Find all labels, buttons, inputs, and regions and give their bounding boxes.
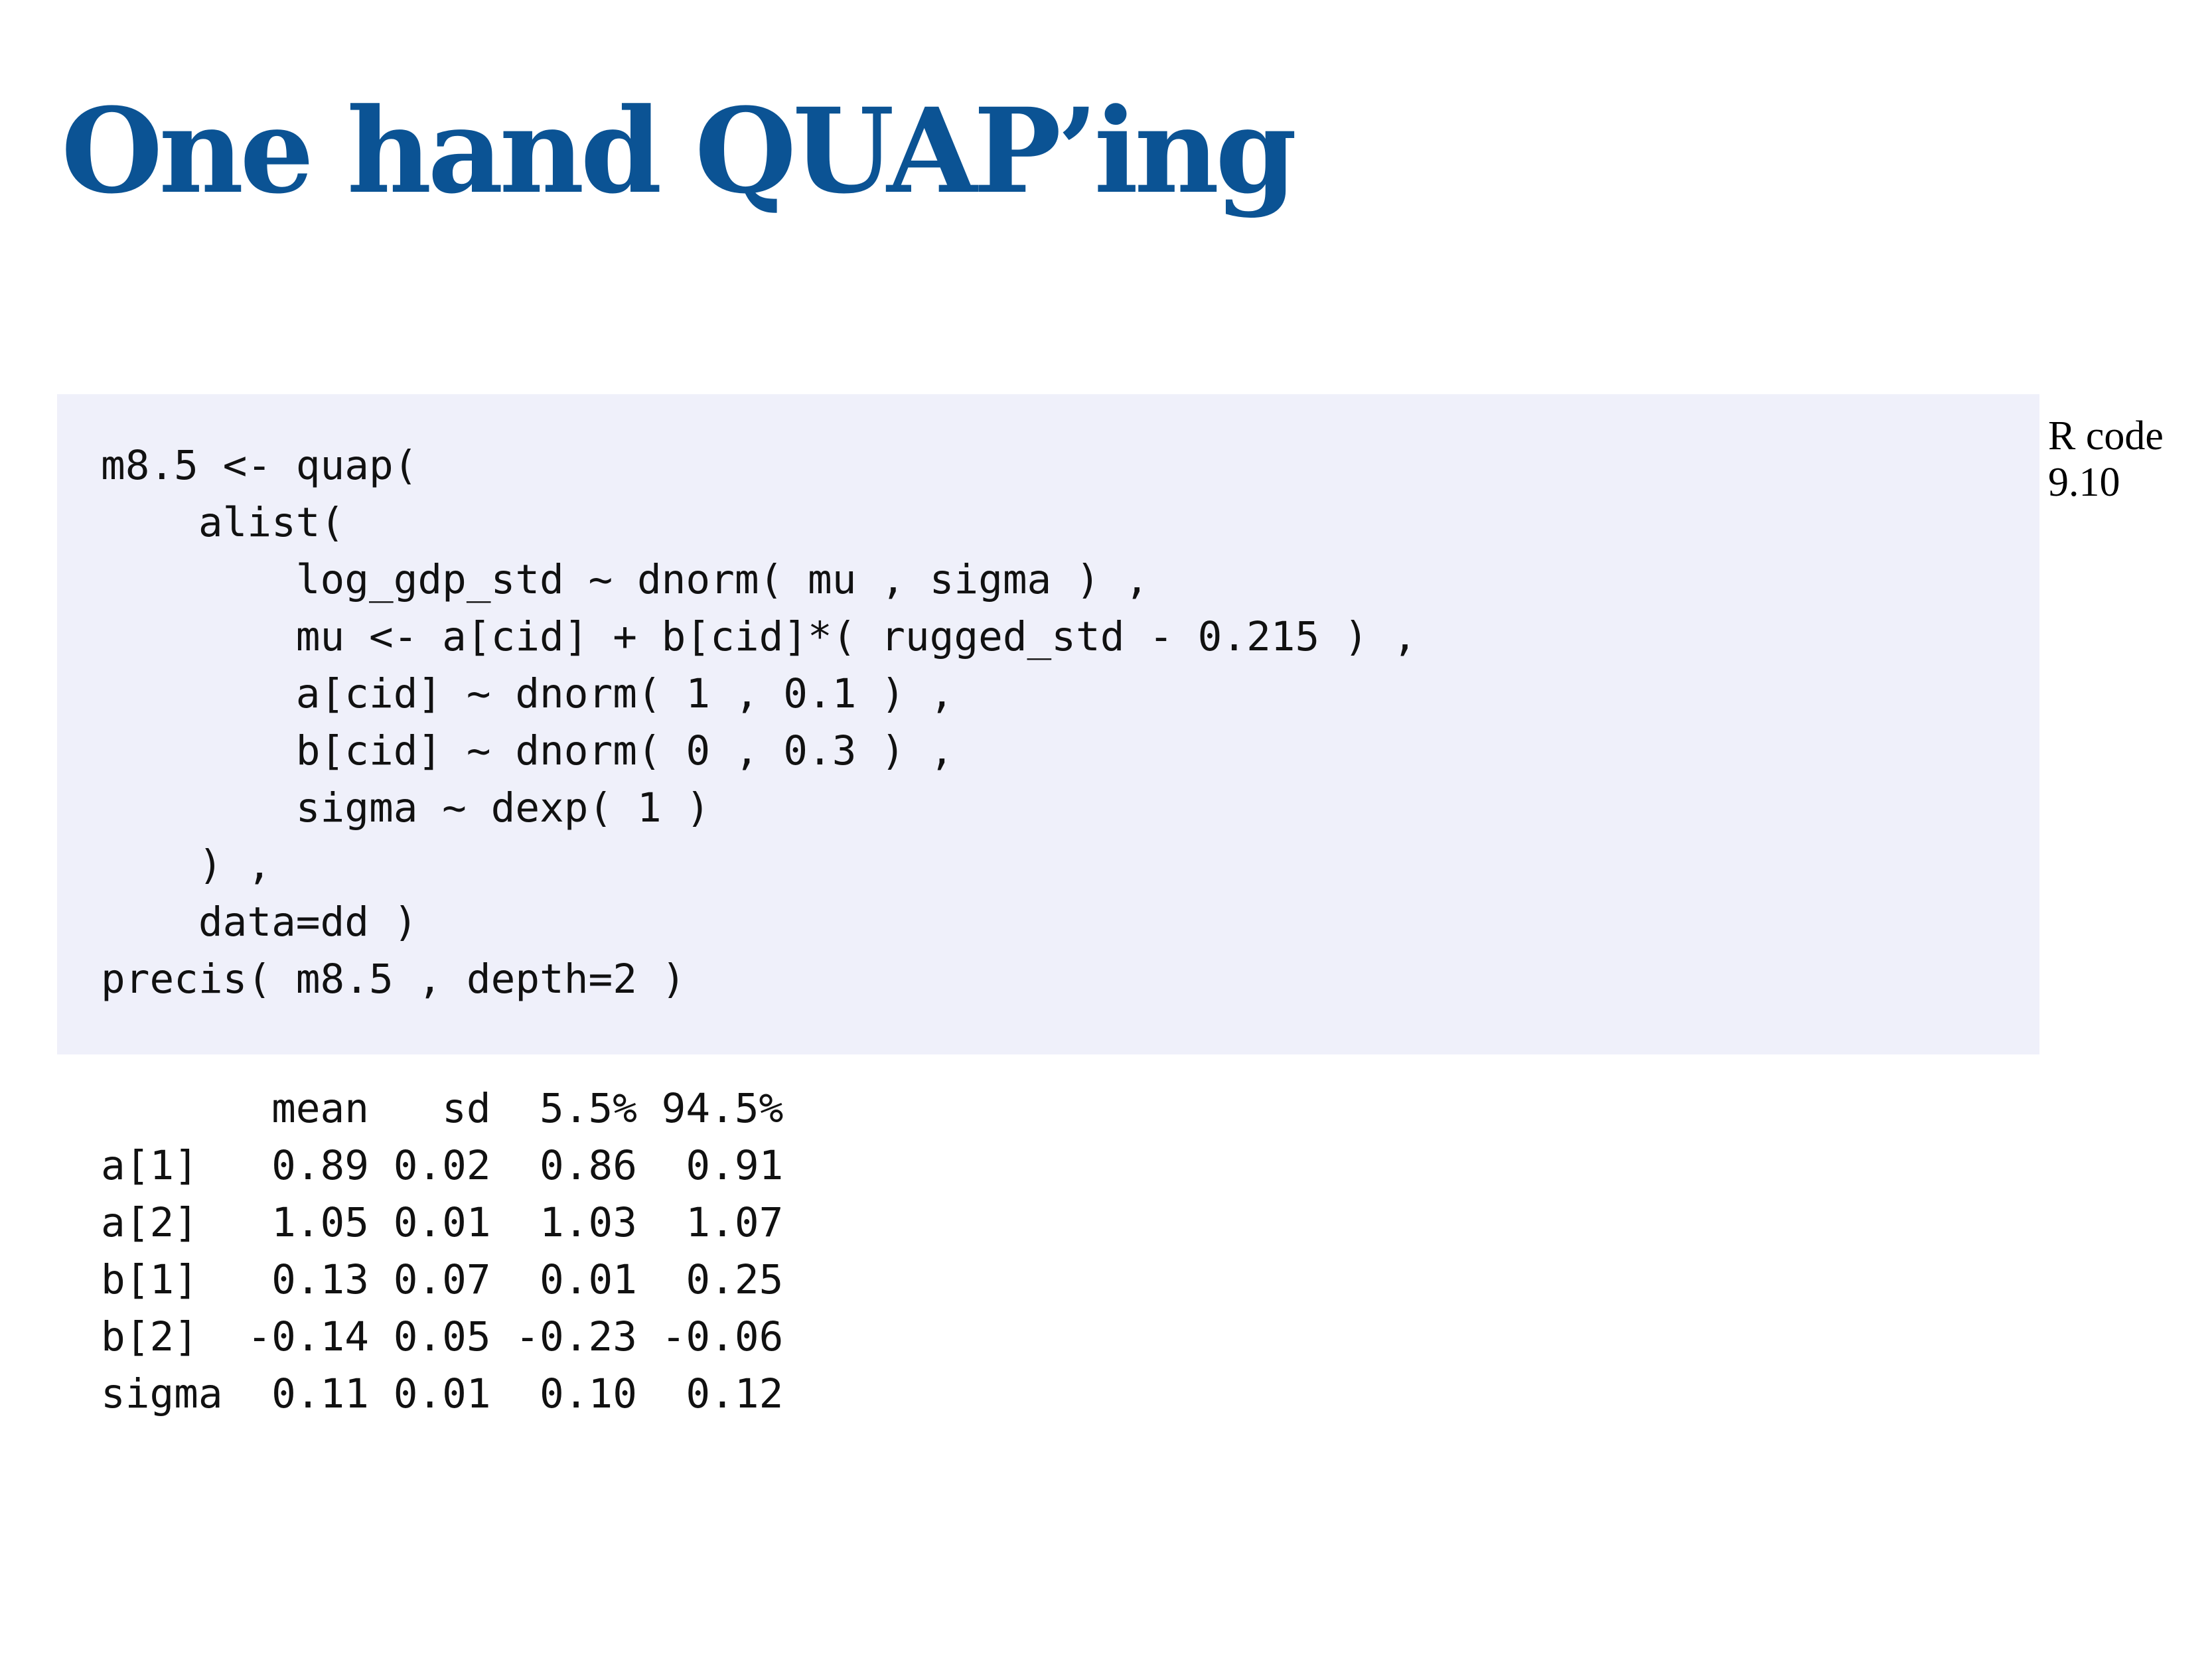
code-lines: m8.5 <- quap( alist( log_gdp_std ~ dnorm… [101, 437, 1417, 1008]
code-line: a[cid] ~ dnorm( 1 , 0.1 ) , [101, 670, 954, 717]
output-line: mean sd 5.5% 94.5% [101, 1085, 784, 1132]
r-code-number: 9.10 [2048, 460, 2120, 505]
r-code-label-text: R code [2048, 413, 2164, 459]
output-line: sigma 0.11 0.01 0.10 0.12 [101, 1370, 784, 1417]
code-line: ) , [101, 841, 272, 889]
code-line: sigma ~ dexp( 1 ) [101, 784, 711, 831]
r-code-block: m8.5 <- quap( alist( log_gdp_std ~ dnorm… [57, 394, 2039, 1054]
output-line: a[2] 1.05 0.01 1.03 1.07 [101, 1199, 784, 1246]
output-line: b[1] 0.13 0.07 0.01 0.25 [101, 1256, 784, 1303]
code-line: precis( m8.5 , depth=2 ) [101, 956, 686, 1003]
code-line: log_gdp_std ~ dnorm( mu , sigma ) , [101, 556, 1149, 603]
output-line: a[1] 0.89 0.02 0.86 0.91 [101, 1142, 784, 1189]
output-line: b[2] -0.14 0.05 -0.23 -0.06 [101, 1313, 784, 1360]
code-line: alist( [101, 499, 345, 546]
code-line: mu <- a[cid] + b[cid]*( rugged_std - 0.2… [101, 613, 1418, 660]
precis-output: mean sd 5.5% 94.5% a[1] 0.89 0.02 0.86 0… [101, 1080, 783, 1423]
code-line: data=dd ) [101, 899, 418, 946]
slide-title: One hand QUAP’ing [61, 82, 1297, 220]
code-line: b[cid] ~ dnorm( 0 , 0.3 ) , [101, 727, 954, 774]
r-code-label: R code 9.10 [2048, 413, 2164, 506]
code-line: m8.5 <- quap( [101, 442, 418, 489]
